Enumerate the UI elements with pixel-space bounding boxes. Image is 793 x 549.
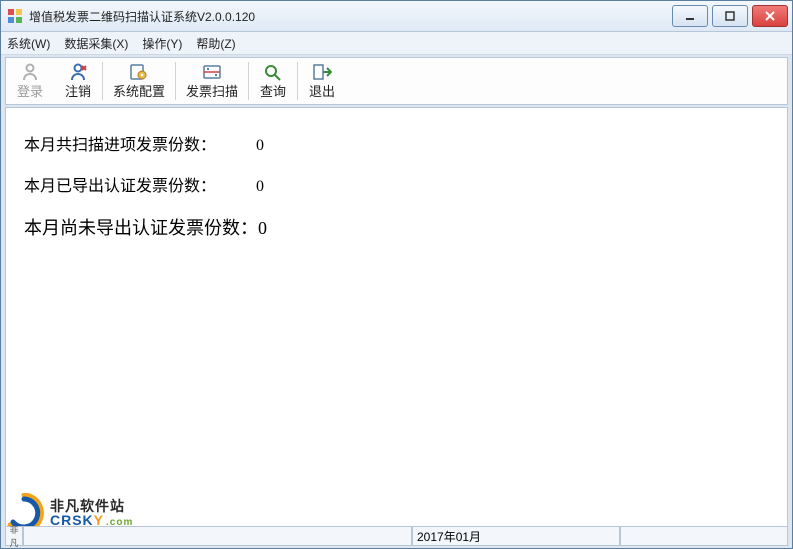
- config-button[interactable]: 系统配置: [103, 58, 175, 104]
- gear-icon: [129, 62, 149, 82]
- stat-pending: 本月尚未导出认证发票份数：0: [24, 218, 769, 240]
- exit-icon: [312, 62, 332, 82]
- stat-scanned: 本月共扫描进项发票份数： 0: [24, 136, 769, 155]
- status-period: 2017年01月: [412, 526, 620, 546]
- app-window: 增值税发票二维码扫描认证系统V2.0.0.120 系统(W) 数据采集(X) 操…: [0, 0, 793, 549]
- status-empty-2: [620, 526, 788, 546]
- query-label: 查询: [260, 84, 286, 100]
- exit-button[interactable]: 退出: [298, 58, 346, 104]
- close-button[interactable]: [752, 5, 788, 27]
- stat-pending-value: 0: [258, 218, 267, 238]
- menu-help[interactable]: 帮助(Z): [196, 35, 235, 52]
- stat-exported-label: 本月已导出认证发票份数：: [24, 177, 256, 196]
- login-icon: [20, 62, 40, 82]
- maximize-button[interactable]: [712, 5, 748, 27]
- stat-pending-label: 本月尚未导出认证发票份数：: [24, 218, 258, 238]
- menu-data-collect[interactable]: 数据采集(X): [64, 35, 128, 52]
- query-button[interactable]: 查询: [249, 58, 297, 104]
- logout-icon: [68, 62, 88, 82]
- login-button[interactable]: 登录: [6, 58, 54, 104]
- maximize-icon: [724, 10, 736, 22]
- window-title: 增值税发票二维码扫描认证系统V2.0.0.120: [29, 8, 255, 25]
- watermark-cn: 非凡软件站: [50, 499, 133, 513]
- search-icon: [263, 62, 283, 82]
- minimize-button[interactable]: [672, 5, 708, 27]
- content-panel: 本月共扫描进项发票份数： 0 本月已导出认证发票份数： 0 本月尚未导出认证发票…: [5, 107, 788, 530]
- logout-button[interactable]: 注销: [54, 58, 102, 104]
- statusbar: 非凡 2017年01月: [5, 526, 788, 546]
- window-controls: [672, 5, 788, 27]
- status-empty-1: [23, 526, 412, 546]
- stat-exported-value: 0: [256, 177, 276, 196]
- scan-label: 发票扫描: [186, 84, 238, 100]
- app-icon: [7, 8, 23, 24]
- scan-button[interactable]: 发票扫描: [176, 58, 248, 104]
- stat-scanned-label: 本月共扫描进项发票份数：: [24, 136, 256, 155]
- login-label: 登录: [17, 84, 43, 100]
- menu-operate[interactable]: 操作(Y): [142, 35, 182, 52]
- logout-label: 注销: [65, 84, 91, 100]
- exit-label: 退出: [309, 84, 335, 100]
- scan-icon: [202, 62, 222, 82]
- stat-exported: 本月已导出认证发票份数： 0: [24, 177, 769, 196]
- watermark-logo: 非凡软件站 CRSKY.com: [5, 493, 133, 530]
- config-label: 系统配置: [113, 84, 165, 100]
- close-icon: [764, 10, 776, 22]
- menu-system[interactable]: 系统(W): [7, 35, 50, 52]
- menubar: 系统(W) 数据采集(X) 操作(Y) 帮助(Z): [1, 32, 792, 55]
- status-grip: 非凡: [5, 526, 23, 546]
- toolbar: 登录 注销 系统配置 发票扫描: [5, 57, 788, 105]
- titlebar: 增值税发票二维码扫描认证系统V2.0.0.120: [1, 1, 792, 32]
- minimize-icon: [684, 10, 696, 22]
- stat-scanned-value: 0: [256, 136, 276, 155]
